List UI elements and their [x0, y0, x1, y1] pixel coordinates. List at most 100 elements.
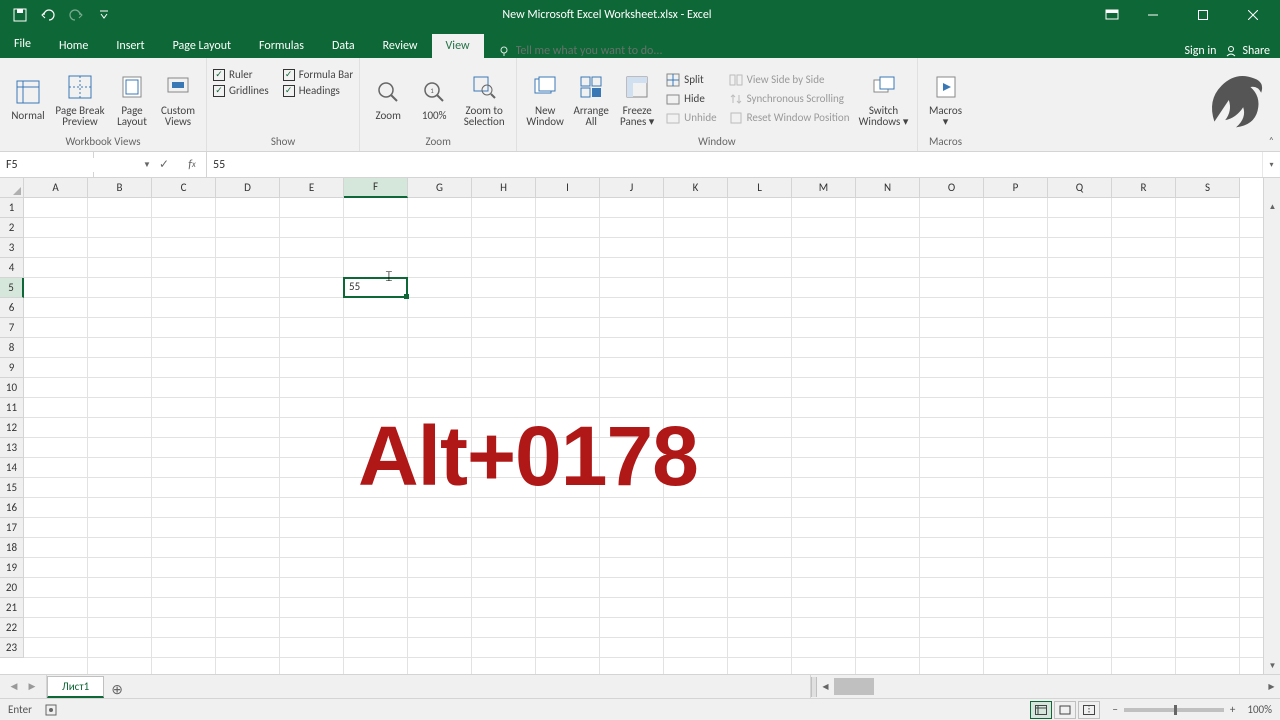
formula-bar-input[interactable] [213, 158, 1262, 172]
sign-in-link[interactable]: Sign in [1184, 44, 1216, 58]
hscroll-thumb[interactable] [834, 678, 874, 695]
row-header-14[interactable]: 14 [0, 458, 24, 478]
normal-view-button[interactable]: Normal [6, 74, 50, 123]
row-header-18[interactable]: 18 [0, 538, 24, 558]
scroll-down-button[interactable]: ▼ [1264, 657, 1280, 674]
row-header-22[interactable]: 22 [0, 618, 24, 638]
qat-customize-button[interactable] [92, 3, 116, 27]
column-header-Q[interactable]: Q [1048, 178, 1112, 198]
sheet-tab-1[interactable]: Лист1 [47, 676, 104, 698]
scroll-right-button[interactable]: ▶ [1263, 678, 1280, 695]
arrange-all-button[interactable]: Arrange All [569, 69, 613, 129]
row-header-23[interactable]: 23 [0, 638, 24, 658]
enter-formula-button[interactable]: ✓ [150, 152, 178, 178]
column-header-C[interactable]: C [152, 178, 216, 198]
row-header-10[interactable]: 10 [0, 378, 24, 398]
column-header-G[interactable]: G [408, 178, 472, 198]
row-header-1[interactable]: 1 [0, 198, 24, 218]
custom-views-button[interactable]: Custom Views [156, 69, 200, 129]
zoom-100-button[interactable]: 1 100% [412, 74, 456, 123]
save-button[interactable] [8, 3, 32, 27]
column-header-A[interactable]: A [24, 178, 88, 198]
formula-bar-checkbox[interactable]: ✓Formula Bar [283, 68, 353, 81]
view-side-by-side-button[interactable]: View Side by Side [726, 72, 853, 88]
row-header-19[interactable]: 19 [0, 558, 24, 578]
tab-page-layout[interactable]: Page Layout [159, 34, 245, 58]
name-box-input[interactable] [6, 158, 143, 172]
zoom-to-selection-button[interactable]: Zoom to Selection [458, 69, 510, 129]
freeze-panes-button[interactable]: Freeze Panes ▾ [615, 69, 659, 129]
horizontal-scrollbar[interactable]: ◀ ▶ [810, 675, 1280, 698]
sheet-nav-prev-button[interactable]: ◀ [6, 679, 22, 695]
insert-function-button[interactable]: fx [178, 152, 206, 178]
tell-me-search[interactable] [484, 44, 1185, 58]
tab-view[interactable]: View [432, 34, 484, 58]
row-header-16[interactable]: 16 [0, 498, 24, 518]
expand-formula-bar-button[interactable]: ▾ [1262, 152, 1280, 177]
zoom-level[interactable]: 100% [1247, 703, 1272, 716]
row-header-11[interactable]: 11 [0, 398, 24, 418]
synchronous-scrolling-button[interactable]: Synchronous Scrolling [726, 91, 853, 107]
row-header-2[interactable]: 2 [0, 218, 24, 238]
new-sheet-button[interactable]: ⊕ [104, 681, 130, 698]
row-header-4[interactable]: 4 [0, 258, 24, 278]
normal-view-shortcut[interactable] [1030, 701, 1052, 719]
vertical-scrollbar[interactable]: ▲ ▼ [1263, 198, 1280, 674]
minimize-button[interactable] [1130, 0, 1176, 30]
page-layout-button[interactable]: Page Layout [110, 69, 154, 129]
row-header-20[interactable]: 20 [0, 578, 24, 598]
row-header-15[interactable]: 15 [0, 478, 24, 498]
row-header-9[interactable]: 9 [0, 358, 24, 378]
zoom-out-button[interactable]: − [1112, 703, 1117, 716]
page-break-preview-button[interactable]: Page Break Preview [52, 69, 108, 129]
row-header-13[interactable]: 13 [0, 438, 24, 458]
macros-button[interactable]: Macros▾ [924, 69, 968, 129]
tab-insert[interactable]: Insert [102, 34, 158, 58]
row-header-8[interactable]: 8 [0, 338, 24, 358]
tab-formulas[interactable]: Formulas [245, 34, 318, 58]
column-header-E[interactable]: E [280, 178, 344, 198]
row-header-5[interactable]: 5 [0, 278, 24, 298]
row-header-7[interactable]: 7 [0, 318, 24, 338]
tab-home[interactable]: Home [45, 34, 102, 58]
column-header-K[interactable]: K [664, 178, 728, 198]
sheet-nav-next-button[interactable]: ▶ [24, 679, 40, 695]
row-header-21[interactable]: 21 [0, 598, 24, 618]
column-header-I[interactable]: I [536, 178, 600, 198]
column-header-N[interactable]: N [856, 178, 920, 198]
reset-window-position-button[interactable]: Reset Window Position [726, 110, 853, 126]
redo-button[interactable] [64, 3, 88, 27]
tab-data[interactable]: Data [318, 34, 369, 58]
column-header-B[interactable]: B [88, 178, 152, 198]
column-header-H[interactable]: H [472, 178, 536, 198]
tell-me-input[interactable] [516, 44, 736, 58]
active-cell[interactable]: 55 [343, 277, 408, 298]
page-layout-shortcut[interactable] [1054, 701, 1076, 719]
switch-windows-button[interactable]: Switch Windows ▾ [857, 69, 911, 129]
column-header-D[interactable]: D [216, 178, 280, 198]
column-header-R[interactable]: R [1112, 178, 1176, 198]
row-header-6[interactable]: 6 [0, 298, 24, 318]
ribbon-display-options-button[interactable] [1098, 3, 1126, 27]
scroll-left-button[interactable]: ◀ [817, 678, 834, 695]
column-header-L[interactable]: L [728, 178, 792, 198]
new-window-button[interactable]: New Window [523, 69, 567, 129]
column-header-P[interactable]: P [984, 178, 1048, 198]
page-break-shortcut[interactable] [1078, 701, 1100, 719]
row-header-17[interactable]: 17 [0, 518, 24, 538]
close-button[interactable] [1230, 0, 1276, 30]
select-all-button[interactable] [0, 178, 24, 198]
zoom-slider-track[interactable] [1124, 708, 1224, 712]
maximize-button[interactable] [1180, 0, 1226, 30]
tab-file[interactable]: File [0, 30, 45, 58]
gridlines-checkbox[interactable]: ✓Gridlines [213, 84, 269, 97]
row-header-3[interactable]: 3 [0, 238, 24, 258]
column-header-J[interactable]: J [600, 178, 664, 198]
scroll-up-button[interactable]: ▲ [1264, 198, 1280, 215]
name-box-dropdown-icon[interactable]: ▼ [143, 160, 151, 170]
unhide-button[interactable]: Unhide [663, 110, 719, 126]
hide-button[interactable]: Hide [663, 91, 719, 107]
column-header-S[interactable]: S [1176, 178, 1240, 198]
split-button[interactable]: Split [663, 72, 719, 88]
zoom-in-button[interactable]: + [1230, 703, 1235, 716]
